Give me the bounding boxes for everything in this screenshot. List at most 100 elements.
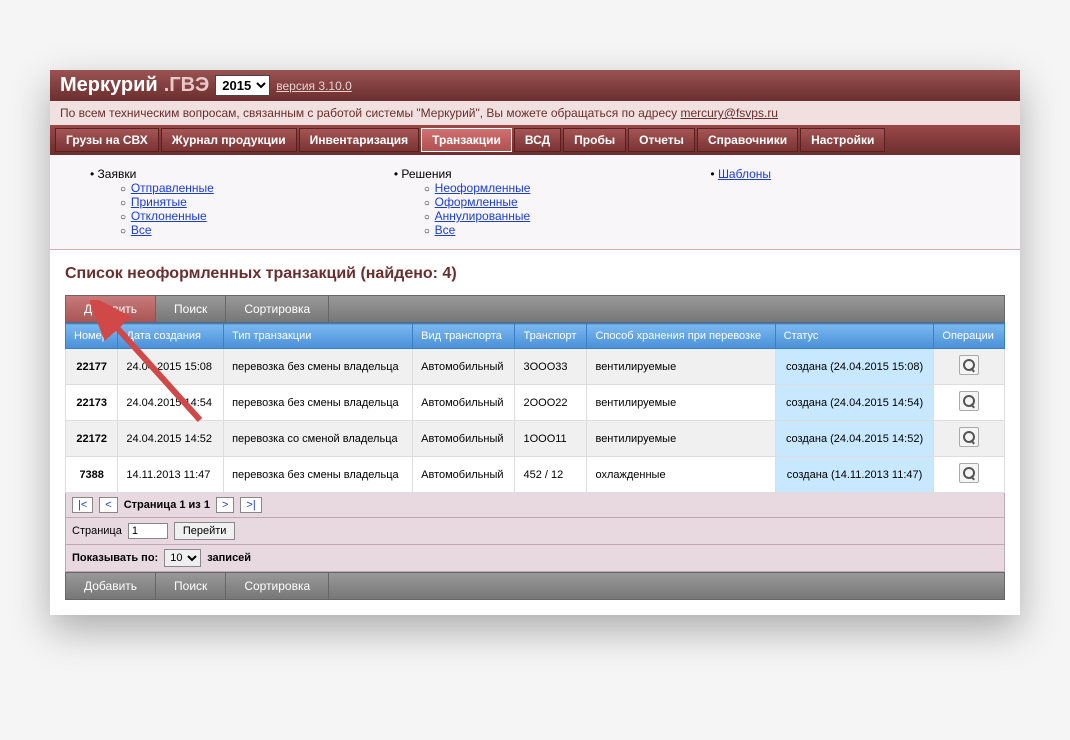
app-title-main: Меркурий [60,74,158,97]
cell-status: создана (14.11.2013 11:47) [775,457,934,493]
search-button-bottom[interactable]: Поиск [156,573,226,599]
subnav-link[interactable]: Все [131,223,152,237]
view-icon[interactable] [959,463,979,483]
pager-last[interactable]: >| [240,497,261,513]
subnav-link[interactable]: Неоформленные [435,181,531,195]
table-header: Номер [66,324,118,349]
pager-first[interactable]: |< [72,497,93,513]
pager-nav: |< < Страница 1 из 1 > >| [65,493,1005,518]
sort-button-bottom[interactable]: Сортировка [226,573,329,599]
perpage-label: Показывать по: [72,552,158,564]
pager-text: Страница 1 из 1 [124,499,210,511]
pager-perpage: Показывать по: 10 записей [65,545,1005,572]
templates-link[interactable]: Шаблоны [718,167,771,181]
toolbar-top: Добавить Поиск Сортировка [65,295,1005,323]
cell-type: перевозка без смены владельца [224,457,413,493]
subnav-link[interactable]: Аннулированные [435,209,531,223]
table-header: Тип транзакции [224,324,413,349]
cell-transport: 3ООО33 [515,349,587,385]
cell-num: 22173 [66,385,118,421]
cell-num: 22172 [66,421,118,457]
cell-num: 22177 [66,349,118,385]
table-header: Статус [775,324,934,349]
pager-goto: Страница Перейти [65,518,1005,545]
transactions-table: НомерДата созданияТип транзакцииВид тран… [65,323,1005,493]
table-header: Операции [934,324,1005,349]
cell-type: перевозка без смены владельца [224,349,413,385]
cell-transport-kind: Автомобильный [413,349,515,385]
nav-tab[interactable]: Журнал продукции [161,128,297,152]
page-label: Страница [72,525,122,537]
cell-transport: 1ООО11 [515,421,587,457]
subnav-link[interactable]: Отправленные [131,181,214,195]
nav-tab[interactable]: Пробы [563,128,626,152]
view-icon[interactable] [959,391,979,411]
cell-ops [934,385,1005,421]
cell-storage: вентилируемые [587,421,775,457]
nav-tab[interactable]: Справочники [697,128,798,152]
subnav: Заявки ОтправленныеПринятыеОтклоненныеВс… [50,155,1020,250]
table-header: Вид транспорта [413,324,515,349]
cell-transport: 2ООО22 [515,385,587,421]
subnav-link[interactable]: Принятые [131,195,187,209]
cell-transport-kind: Автомобильный [413,457,515,493]
nav-tab[interactable]: Грузы на СВХ [55,128,159,152]
perpage-suffix: записей [207,552,251,564]
cell-date: 14.11.2013 11:47 [118,457,224,493]
sort-button[interactable]: Сортировка [226,296,329,322]
cell-date: 24.04.2015 14:54 [118,385,224,421]
subnav-link[interactable]: Оформленные [435,195,518,209]
cell-status: создана (24.04.2015 14:54) [775,385,934,421]
year-select[interactable]: 2015 [215,75,270,96]
page-title: Список неоформленных транзакций (найдено… [65,265,1005,283]
cell-transport-kind: Автомобильный [413,385,515,421]
page-input[interactable] [128,523,168,539]
cell-num: 7388 [66,457,118,493]
subnav-col-requests: Заявки ОтправленныеПринятыеОтклоненныеВс… [90,167,214,237]
subnav-link[interactable]: Все [435,223,456,237]
version-link[interactable]: версия 3.10.0 [276,79,352,93]
nav-tab[interactable]: ВСД [514,128,561,152]
subnav-col-templates: Шаблоны [710,167,771,237]
nav-tab[interactable]: Транзакции [421,128,512,152]
subnav-title: Заявки [90,167,214,181]
pager-next[interactable]: > [216,497,234,513]
subnav-title: Решения [394,167,531,181]
cell-storage: вентилируемые [587,349,775,385]
table-header: Транспорт [515,324,587,349]
view-icon[interactable] [959,355,979,375]
subnav-link[interactable]: Отклоненные [131,209,207,223]
app-title-sub: .ГВЭ [164,74,210,97]
cell-date: 24.04.2015 15:08 [118,349,224,385]
support-email[interactable]: mercury@fsvps.ru [680,106,778,120]
cell-status: создана (24.04.2015 14:52) [775,421,934,457]
cell-date: 24.04.2015 14:52 [118,421,224,457]
add-button[interactable]: Добавить [66,296,156,322]
add-button-bottom[interactable]: Добавить [66,573,156,599]
search-button[interactable]: Поиск [156,296,226,322]
cell-ops [934,421,1005,457]
view-icon[interactable] [959,427,979,447]
header-bar: Меркурий .ГВЭ 2015 версия 3.10.0 [50,70,1020,101]
pager-prev[interactable]: < [99,497,117,513]
perpage-select[interactable]: 10 [164,549,201,567]
table-row: 2217724.04.2015 15:08перевозка без смены… [66,349,1005,385]
nav-tabs: Грузы на СВХЖурнал продукцииИнвентаризац… [50,125,1020,155]
cell-status: создана (24.04.2015 15:08) [775,349,934,385]
go-button[interactable]: Перейти [174,522,236,540]
support-text: По всем техническим вопросам, связанным … [60,106,680,120]
table-row: 2217324.04.2015 14:54перевозка без смены… [66,385,1005,421]
cell-storage: вентилируемые [587,385,775,421]
cell-ops [934,457,1005,493]
cell-transport: 452 / 12 [515,457,587,493]
nav-tab[interactable]: Настройки [800,128,885,152]
cell-storage: охлажденные [587,457,775,493]
toolbar-bottom: Добавить Поиск Сортировка [65,572,1005,600]
nav-tab[interactable]: Отчеты [628,128,695,152]
table-row: 738814.11.2013 11:47перевозка без смены … [66,457,1005,493]
table-header: Способ хранения при перевозке [587,324,775,349]
cell-ops [934,349,1005,385]
subnav-col-decisions: Решения НеоформленныеОформленныеАннулиро… [394,167,531,237]
cell-transport-kind: Автомобильный [413,421,515,457]
nav-tab[interactable]: Инвентаризация [299,128,420,152]
